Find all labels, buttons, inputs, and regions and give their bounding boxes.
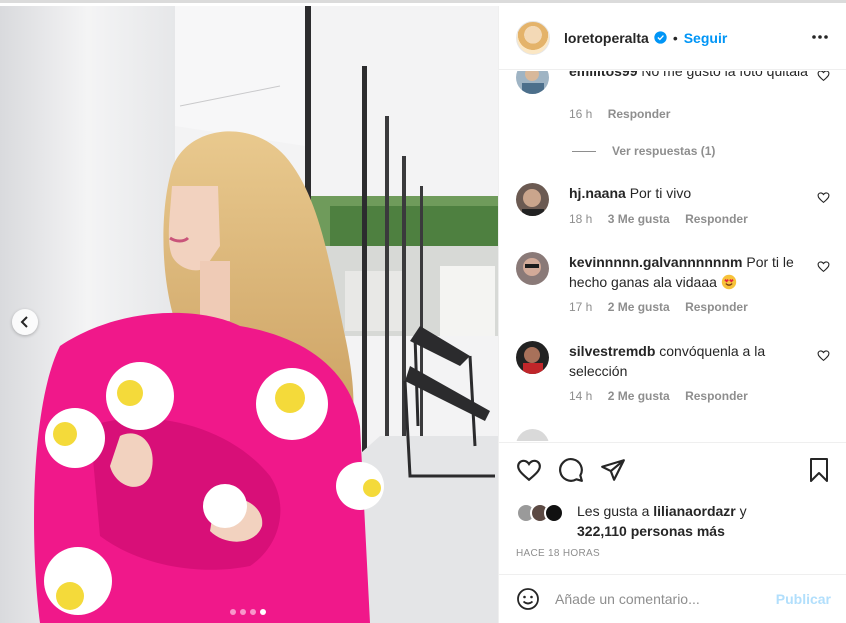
comment-meta: 17 h 2 Me gusta Responder	[569, 300, 760, 314]
save-bookmark-icon[interactable]	[807, 457, 831, 483]
author-avatar[interactable]	[516, 20, 550, 55]
comment-text: kevinnnnn.galvannnnnnm Por ti le hecho g…	[569, 252, 809, 292]
carousel-dot	[230, 609, 236, 615]
commenter-avatar[interactable]	[516, 429, 549, 441]
comment-body: Por ti vivo	[629, 185, 692, 201]
share-paper-plane-icon[interactable]	[600, 457, 626, 483]
comment-body: No me gusto la foto quitala	[641, 71, 808, 79]
post-actions: Les gusta a lilianaordazr y 322,110 pers…	[499, 442, 846, 574]
comment-text: hj.naana Por ti vivo	[569, 183, 809, 203]
post-timestamp[interactable]: HACE 18 HORAS	[516, 548, 600, 559]
chevron-left-icon	[20, 316, 28, 328]
author-username[interactable]: loretoperalta	[564, 30, 649, 46]
reply-button[interactable]: Responder	[685, 389, 748, 403]
reply-button[interactable]: Responder	[685, 212, 748, 226]
view-replies-label: Ver respuestas (1)	[612, 144, 716, 158]
likes-count[interactable]: 322,110 personas más	[577, 523, 725, 539]
flower-1	[106, 362, 174, 430]
action-icons	[516, 457, 831, 485]
publish-button[interactable]: Publicar	[776, 591, 831, 607]
comment-time: 16 h	[569, 107, 593, 121]
comment-text: silvestremdb convóquenla a la selección	[569, 341, 809, 381]
post-header: loretoperalta • Seguir	[499, 6, 846, 70]
likes-suffix: y	[735, 503, 747, 519]
previous-image-button[interactable]	[12, 309, 38, 335]
carousel-dot	[260, 609, 266, 615]
add-comment-bar: Añade un comentario... Publicar	[499, 574, 846, 623]
comment-time: 14 h	[569, 389, 593, 403]
verified-badge-icon	[654, 31, 667, 44]
follow-button[interactable]: Seguir	[684, 30, 728, 46]
commenter-avatar[interactable]	[516, 252, 549, 285]
comments-list[interactable]: emilitos99 No me gusto la foto quitala 1…	[499, 71, 846, 441]
instagram-post-modal: loretoperalta • Seguir emilitos99 No me …	[0, 0, 846, 623]
view-replies-button[interactable]: Ver respuestas (1)	[572, 144, 715, 158]
post-photo	[0, 6, 499, 623]
comment-username[interactable]: hj.naana	[569, 185, 626, 201]
likes-prefix: Les gusta a	[577, 503, 654, 519]
photo-illustration	[0, 6, 498, 623]
like-comment-icon[interactable]	[817, 260, 830, 273]
comment-username[interactable]: kevinnnnn.galvannnnnnm	[569, 254, 742, 270]
comment-meta: 16 h Responder	[569, 107, 682, 121]
comment-text: emilitos99 No me gusto la foto quitala	[569, 71, 809, 81]
reply-button[interactable]: Responder	[685, 300, 748, 314]
post-side-panel: loretoperalta • Seguir emilitos99 No me …	[499, 6, 846, 623]
replies-divider	[572, 150, 596, 152]
comment-likes[interactable]: 2 Me gusta	[608, 389, 670, 403]
like-comment-icon[interactable]	[817, 191, 830, 204]
likers-avatars[interactable]	[516, 503, 564, 523]
more-options-icon[interactable]	[811, 28, 829, 46]
commenter-avatar[interactable]	[516, 183, 549, 216]
comment-meta: 18 h 3 Me gusta Responder	[569, 212, 760, 226]
avatar-image	[516, 183, 549, 216]
comment-likes[interactable]: 2 Me gusta	[608, 300, 670, 314]
carousel-indicator	[230, 609, 266, 615]
liker-username[interactable]: lilianaordazr	[653, 503, 735, 519]
comment-likes[interactable]: 3 Me gusta	[608, 212, 670, 226]
like-comment-icon[interactable]	[817, 349, 830, 362]
comment-time: 17 h	[569, 300, 593, 314]
likes-summary: Les gusta a lilianaordazr y 322,110 pers…	[577, 501, 817, 541]
comment-input[interactable]: Añade un comentario...	[555, 591, 700, 607]
carousel-dot	[240, 609, 246, 615]
avatar-image	[516, 341, 549, 374]
comment-bubble-icon[interactable]	[558, 457, 584, 483]
commenter-avatar[interactable]	[516, 341, 549, 374]
heart-eyes-emoji-icon	[721, 274, 736, 290]
carousel-dot	[250, 609, 256, 615]
separator-dot: •	[672, 29, 678, 46]
commenter-avatar[interactable]	[516, 71, 549, 94]
like-comment-icon[interactable]	[817, 71, 830, 82]
like-heart-icon[interactable]	[516, 457, 542, 483]
liker-avatar	[544, 503, 564, 523]
avatar-image	[516, 71, 549, 94]
comment-username[interactable]: emilitos99	[569, 71, 637, 79]
emoji-smiley-icon[interactable]	[516, 587, 540, 611]
comment-username[interactable]: silvestremdb	[569, 343, 655, 359]
comment-meta: 14 h 2 Me gusta Responder	[569, 389, 760, 403]
reply-button[interactable]: Responder	[608, 107, 671, 121]
comment-time: 18 h	[569, 212, 593, 226]
avatar-image	[516, 252, 549, 285]
